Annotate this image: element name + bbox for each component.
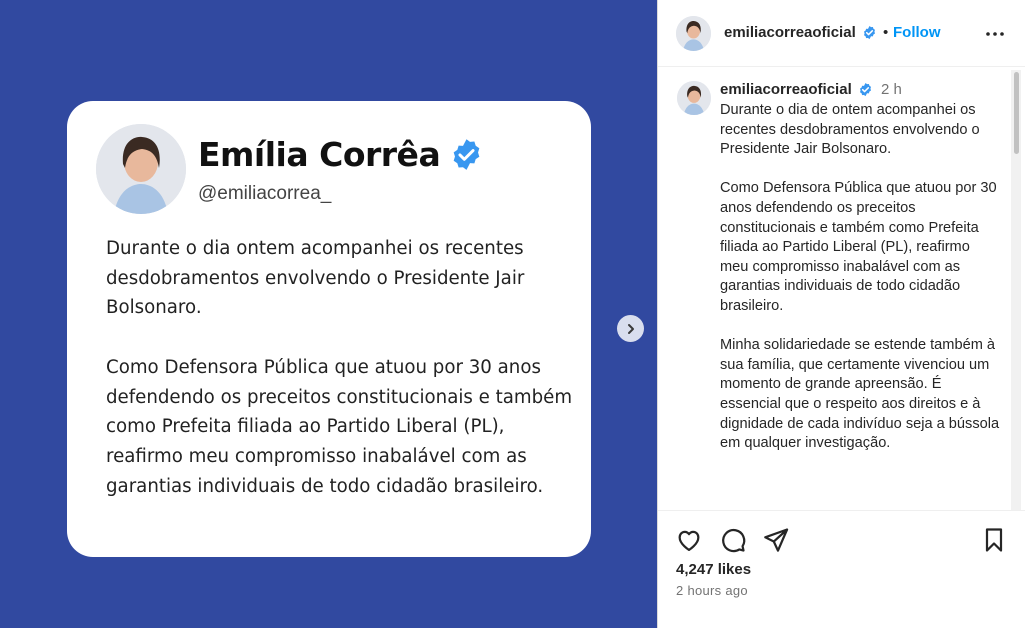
verified-badge-icon [862, 25, 877, 40]
quote-card: Emília Corrêa @emiliacorrea_ Durante o d… [67, 101, 591, 557]
caption-time: 2 h [881, 81, 902, 98]
comments-area: emiliacorreaoficial 2 h Durante o dia de… [658, 68, 1025, 510]
card-handle: @emiliacorrea_ [198, 183, 332, 204]
chevron-right-icon [627, 323, 634, 334]
post-header: emiliacorreaoficial • Follow [658, 0, 1025, 67]
follow-button[interactable]: Follow [893, 24, 941, 41]
likes-count[interactable]: 4,247 likes [676, 561, 751, 578]
avatar[interactable] [676, 16, 711, 51]
caption-text: Durante o dia de ontem acompanhei os rec… [720, 102, 1000, 452]
caption-avatar[interactable] [677, 81, 711, 115]
caption-username[interactable]: emiliacorreaoficial [720, 81, 852, 98]
post-sidebar: emiliacorreaoficial • Follow emiliacorre… [657, 0, 1025, 628]
verified-badge-icon [858, 82, 873, 97]
post-actions: 4,247 likes 2 hours ago [658, 510, 1025, 628]
card-avatar [96, 124, 186, 214]
share-icon[interactable] [762, 526, 790, 554]
verified-badge-icon [449, 137, 484, 172]
post-media: Emília Corrêa @emiliacorrea_ Durante o d… [0, 0, 657, 628]
card-text: Durante o dia ontem acompanhei os recent… [106, 238, 573, 497]
header-username[interactable]: emiliacorreaoficial [724, 24, 856, 41]
heart-icon[interactable] [675, 526, 703, 554]
bookmark-icon[interactable] [980, 526, 1008, 554]
more-options-icon[interactable] [983, 22, 1007, 46]
post-timestamp: 2 hours ago [676, 583, 748, 598]
card-name: Emília Corrêa [198, 135, 441, 174]
comment-icon[interactable] [719, 526, 747, 554]
next-slide-button[interactable] [617, 315, 644, 342]
header-separator: • [883, 24, 889, 41]
scrollbar-thumb[interactable] [1014, 72, 1019, 154]
